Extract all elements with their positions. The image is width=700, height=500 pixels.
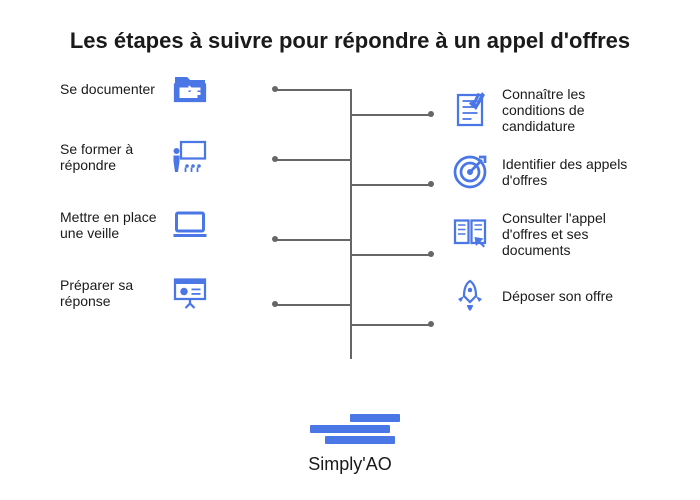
node-dot: [428, 181, 434, 187]
step-left-4: Préparer sa réponse: [60, 268, 210, 318]
node-dot: [428, 251, 434, 257]
step-label: Se documenter: [60, 81, 170, 97]
checklist-icon: [450, 90, 490, 130]
node-dot: [272, 236, 278, 242]
branch-left-4: [275, 304, 350, 306]
step-label: Préparer sa réponse: [60, 277, 170, 309]
step-right-3: Consulter l'appel d'offres et ses docume…: [450, 208, 640, 260]
step-label: Identifier des appels d'offres: [502, 156, 640, 188]
step-label: Mettre en place une veille: [60, 209, 170, 241]
trunk-line: [350, 89, 352, 359]
branch-left-3: [275, 239, 350, 241]
step-right-4: Déposer son offre: [450, 270, 640, 322]
node-dot: [428, 111, 434, 117]
rocket-icon: [450, 276, 490, 316]
brand-name: Simply'AO: [0, 454, 700, 475]
step-left-1: Se documenter: [60, 64, 210, 114]
branch-right-1: [350, 114, 430, 116]
laptop-icon: [170, 205, 210, 245]
step-right-2: Identifier des appels d'offres: [450, 146, 640, 198]
book-click-icon: [450, 214, 490, 254]
training-icon: [170, 137, 210, 177]
step-label: Connaître les conditions de candidature: [502, 86, 640, 134]
presentation-icon: [170, 273, 210, 313]
folder-icon: [170, 69, 210, 109]
branch-right-2: [350, 184, 430, 186]
diagram-area: Se documenter Se former à répondre Mettr…: [0, 64, 700, 404]
step-right-1: Connaître les conditions de candidature: [450, 84, 640, 136]
step-label: Consulter l'appel d'offres et ses docume…: [502, 210, 640, 258]
branch-left-1: [275, 89, 350, 91]
footer-logo: Simply'AO: [0, 414, 700, 475]
node-dot: [428, 321, 434, 327]
step-left-3: Mettre en place une veille: [60, 200, 210, 250]
step-left-2: Se former à répondre: [60, 132, 210, 182]
step-label: Déposer son offre: [502, 288, 640, 304]
branch-right-3: [350, 254, 430, 256]
logo-bars-icon: [300, 414, 400, 447]
step-label: Se former à répondre: [60, 141, 170, 173]
branch-right-4: [350, 324, 430, 326]
node-dot: [272, 156, 278, 162]
page-title: Les étapes à suivre pour répondre à un a…: [0, 0, 700, 64]
node-dot: [272, 301, 278, 307]
target-icon: [450, 152, 490, 192]
node-dot: [272, 86, 278, 92]
branch-left-2: [275, 159, 350, 161]
